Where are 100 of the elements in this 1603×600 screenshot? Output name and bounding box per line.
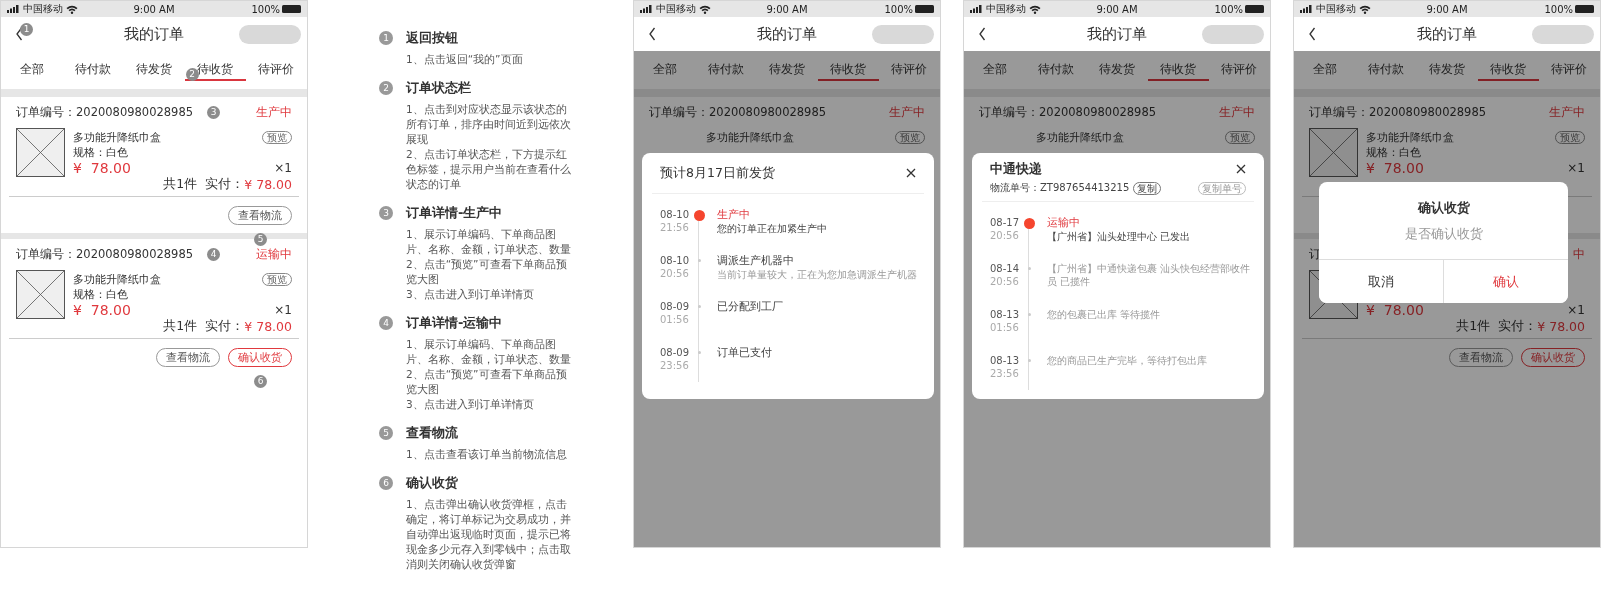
signal-icon <box>640 5 653 13</box>
tab[interactable]: 待收货 <box>1477 51 1539 81</box>
tab[interactable]: 待付款 <box>62 51 124 81</box>
back-icon[interactable] <box>1308 27 1316 41</box>
paid-label: 实付： <box>205 176 245 193</box>
product-name: 多功能升降纸巾盒 <box>1036 130 1124 145</box>
order-status: 中 <box>1573 246 1585 263</box>
event-time: 20:56 <box>990 229 1020 242</box>
confirm-receipt-button[interactable]: 确认收货 <box>1521 347 1585 367</box>
tab[interactable]: 待发货 <box>756 51 818 81</box>
event-date: 08-14 <box>990 262 1020 275</box>
confirm-receipt-button[interactable]: 确认收货 <box>228 347 292 367</box>
step-marker: 5 <box>379 426 393 440</box>
event-detail: 当前订单量较大，正在为您加急调派生产机器 <box>717 268 918 281</box>
event-date: 08-10 <box>660 208 690 221</box>
confirm-button[interactable]: 确认 <box>1443 260 1568 303</box>
battery-icon <box>1575 5 1594 13</box>
event-date: 08-09 <box>660 346 690 359</box>
step-marker: 1 <box>20 23 33 36</box>
tab[interactable]: 待发货 <box>1086 51 1148 81</box>
event-time: 01:56 <box>990 321 1020 334</box>
order-status: 生产中 <box>889 104 925 121</box>
dialog-title: 确认收货 <box>1417 199 1470 217</box>
paid-amount: ¥ 78.00 <box>244 177 292 192</box>
product-price: ¥ 78.00 <box>1366 159 1424 176</box>
tab[interactable]: 待付款 <box>1025 51 1087 81</box>
tab[interactable]: 待发货 <box>1416 51 1478 81</box>
tab[interactable]: 全部 <box>1294 51 1356 81</box>
battery-icon <box>915 5 934 13</box>
carrier-name: 中国移动 <box>1316 2 1356 16</box>
logistics-button[interactable]: 查看物流 <box>228 205 292 225</box>
event-date: 08-17 <box>990 216 1020 229</box>
tab[interactable]: 全部 <box>634 51 696 81</box>
back-icon[interactable] <box>978 27 986 41</box>
order-number: 订单编号：2020080980028985 <box>979 105 1157 120</box>
paid-label: 实付： <box>205 318 245 335</box>
tab[interactable]: 待付款 <box>695 51 757 81</box>
product-name: 多功能升降纸巾盒 <box>1366 130 1454 145</box>
carrier-name: 中国移动 <box>986 2 1026 16</box>
logistics-button[interactable]: 查看物流 <box>1449 347 1513 367</box>
tab[interactable]: 全部 <box>964 51 1026 81</box>
courier-name: 中通快递 <box>990 160 1043 178</box>
tab[interactable]: 待评价 <box>245 51 307 81</box>
order-number: 订单编号：2020080980028985 <box>16 247 194 262</box>
note-text: 3、点击进入到订单详情页 <box>406 287 535 302</box>
battery-percent: 100% <box>251 3 280 15</box>
page-title: 我的订单 <box>124 24 184 44</box>
page-title: 我的订单 <box>1417 24 1477 44</box>
event-title: 订单已支付 <box>717 346 773 360</box>
note-text: 1、点击到对应状态显示该状态的所有订单，排序由时间近到远依次展现 <box>406 102 572 147</box>
note-title: 查看物流 <box>406 424 458 442</box>
tab[interactable]: 待付款 <box>1355 51 1417 81</box>
tab[interactable]: 待发货 <box>123 51 185 81</box>
step-marker: 4 <box>207 248 221 261</box>
product-price: ¥ 78.00 <box>1366 301 1424 318</box>
quantity: ×1 <box>274 302 292 317</box>
step-marker: 5 <box>254 232 267 246</box>
step-marker: 3 <box>379 206 393 220</box>
tab[interactable]: 全部 <box>1 51 63 81</box>
order-status: 生产中 <box>1219 104 1255 121</box>
tab[interactable]: 待评价 <box>1538 51 1600 81</box>
note-text: 1、点击查看该订单当前物流信息 <box>406 447 568 462</box>
signal-icon <box>7 5 20 13</box>
step-marker: 6 <box>379 476 393 490</box>
copy-button[interactable]: 复制 <box>1133 181 1162 195</box>
image-placeholder <box>16 128 65 177</box>
event-title: 调派生产机器中 <box>717 254 795 268</box>
status-time: 9:00 AM <box>1096 3 1138 15</box>
tab[interactable]: 待收货 <box>817 51 879 81</box>
tab[interactable]: 待收货 <box>1147 51 1209 81</box>
page-title: 我的订单 <box>757 24 817 44</box>
order-number: 订单编号：2020080980028985 <box>649 105 827 120</box>
dialog-message: 是否确认收货 <box>1404 226 1483 243</box>
event-time: 20:56 <box>990 275 1020 288</box>
close-icon[interactable] <box>906 168 916 178</box>
tab[interactable]: 待评价 <box>1208 51 1270 81</box>
copy-number-button[interactable]: 复制单号 <box>1198 181 1246 195</box>
order-number: 订单编号：2020080980028985 <box>16 105 194 120</box>
order-status: 生产中 <box>1549 104 1585 121</box>
tab[interactable]: 待评价 <box>878 51 940 81</box>
event-date: 08-13 <box>990 308 1020 321</box>
paid-amount: ¥ 78.00 <box>244 319 292 334</box>
product-name: 多功能升降纸巾盒 <box>706 130 794 145</box>
order-status: 运输中 <box>256 246 292 263</box>
close-icon[interactable] <box>1236 164 1246 174</box>
step-marker: 2 <box>379 81 393 95</box>
image-placeholder <box>1309 128 1358 177</box>
back-icon[interactable] <box>648 27 656 41</box>
note-text: 2、点击订单状态栏，下方提示红色标签，提示用户当前在查看什么状态的订单 <box>406 147 572 192</box>
event-time: 01:56 <box>660 313 690 326</box>
sheet-title: 预计8月17日前发货 <box>660 164 776 182</box>
carrier-name: 中国移动 <box>23 2 63 16</box>
note-text: 1、点击返回“我的”页面 <box>406 52 524 67</box>
logistics-button[interactable]: 查看物流 <box>156 347 220 367</box>
item-count: 共1件 <box>163 318 198 335</box>
event-date: 08-09 <box>660 300 690 313</box>
event-time: 23:56 <box>990 367 1020 380</box>
order-number: 订 <box>1309 247 1321 262</box>
event-time: 23:56 <box>660 359 690 372</box>
product-name: 多功能升降纸巾盒 <box>73 272 161 287</box>
